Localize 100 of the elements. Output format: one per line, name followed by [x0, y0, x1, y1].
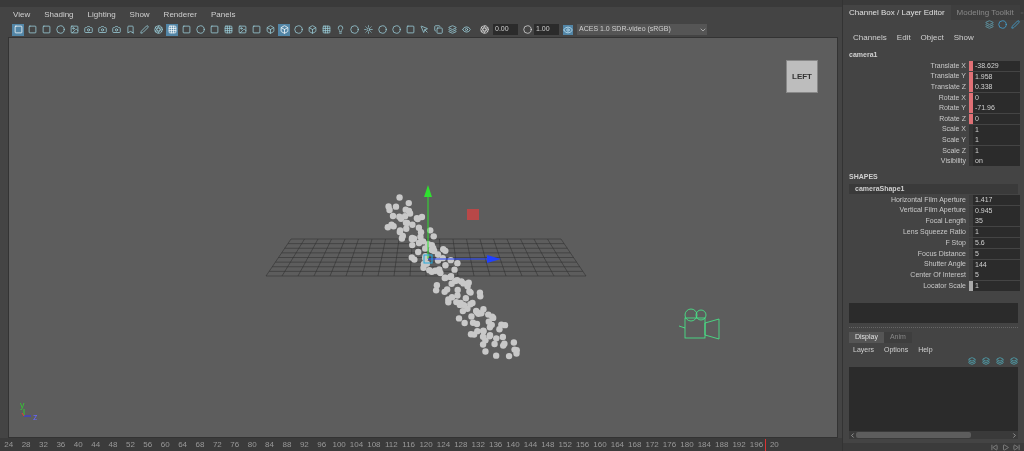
menu-item[interactable]: Object [920, 32, 944, 44]
toolbar-button[interactable] [222, 23, 234, 36]
axis-label: z [33, 412, 38, 422]
frame-number: 196 [748, 438, 765, 451]
toolbar-button[interactable] [264, 23, 276, 36]
frame-number: 120 [418, 438, 434, 451]
camera-icon [111, 25, 121, 34]
frame-number: 36 [55, 438, 67, 451]
frame-number: 152 [557, 438, 573, 451]
toolbar-button[interactable] [110, 23, 122, 36]
grid-icon [167, 25, 177, 34]
frame-number: 76 [229, 438, 241, 451]
toolbar-button[interactable] [460, 23, 472, 36]
menu-item[interactable]: Renderer [163, 8, 197, 21]
cube-icon [307, 25, 317, 34]
image-icon [237, 25, 247, 34]
camera-icon [83, 25, 93, 34]
aperture-icon [480, 25, 489, 34]
layers-icon [447, 25, 457, 34]
axis-label: y [20, 400, 25, 410]
menu-item[interactable]: View [13, 8, 31, 21]
frame-number: 48 [107, 438, 119, 451]
grid-icon [223, 25, 233, 34]
menu-item[interactable]: Shading [44, 8, 74, 21]
ring-icon[interactable] [998, 20, 1007, 29]
layer-icon[interactable] [968, 357, 976, 366]
frame-number: 44 [90, 438, 102, 451]
square-icon [405, 25, 415, 34]
frame-icon [27, 25, 37, 34]
frame-number: 164 [609, 438, 626, 451]
view-cube[interactable]: LEFT [786, 60, 818, 93]
menu-item[interactable]: Lighting [87, 8, 116, 21]
light-icon [363, 25, 373, 34]
frame-number: 144 [522, 438, 539, 451]
toolbar-button[interactable] [390, 23, 402, 36]
toolbar-button[interactable] [362, 23, 374, 36]
frame-number: 172 [644, 438, 660, 451]
toolbar-button[interactable] [306, 23, 318, 36]
cube-icon [279, 25, 289, 34]
image-icon [69, 25, 79, 34]
pen-icon[interactable] [1011, 20, 1020, 29]
layer-icon[interactable] [996, 357, 1004, 366]
frame-number: 28 [20, 438, 32, 451]
toolbar-button[interactable] [166, 23, 178, 36]
frame-number: 72 [211, 438, 223, 451]
eye-icon [461, 25, 471, 34]
pen-icon [139, 25, 149, 34]
frame-number: 88 [281, 438, 293, 451]
toolbar-button[interactable] [320, 23, 332, 36]
frame-number: 116 [401, 438, 417, 451]
frame-number: 52 [124, 438, 136, 451]
square-icon [209, 25, 219, 34]
layer-icon[interactable] [982, 357, 990, 366]
frame-number: 32 [38, 438, 49, 451]
camera-icon [97, 25, 107, 34]
square-icon [41, 25, 51, 34]
locator-square-icon [467, 209, 479, 220]
frame-number: 148 [540, 438, 556, 451]
frame-number: 92 [298, 438, 310, 451]
play-icon[interactable] [1002, 444, 1009, 451]
menu-item[interactable]: Show [129, 8, 150, 21]
toolbar-button[interactable] [446, 23, 458, 36]
frame-number: 160 [592, 438, 608, 451]
scrollbar-thumb[interactable] [856, 432, 971, 439]
layer-icon[interactable] [1010, 357, 1018, 366]
frame-number: 184 [696, 438, 712, 451]
menu-item[interactable]: Show [953, 32, 974, 44]
checker-icon [321, 25, 331, 34]
frame-number: 84 [264, 438, 275, 451]
frame-icon [181, 25, 191, 34]
panel-tab[interactable]: Channel Box / Layer Editor [843, 5, 951, 20]
toolbar-button[interactable] [236, 23, 248, 36]
aperture-icon [153, 25, 163, 34]
slider-handle[interactable] [969, 281, 973, 292]
timeline[interactable]: 24 28 32 36 40 44 48 52 56 60 64 68 72 76 80 84 88 92 96 100 104 108 112 116 120 124 128 132 136 140 144 148 152 156 160 164 168 172 176 180 184 188 192 196 20 [0, 438, 842, 451]
menu-item[interactable]: Edit [896, 32, 911, 44]
light-icon [335, 25, 345, 34]
frame-number: 168 [627, 438, 643, 451]
copy-icon [433, 25, 443, 34]
axis-indicator-drawing [21, 408, 32, 417]
menu-item[interactable]: Channels [853, 32, 887, 44]
toolbar-button[interactable] [96, 23, 108, 36]
frame-number: 104 [348, 438, 365, 451]
frame-number: 56 [142, 438, 154, 451]
camera-drawing [678, 308, 720, 340]
toolbar-button[interactable] [68, 23, 80, 36]
skip-forward-icon[interactable] [1013, 444, 1020, 451]
frame-number: 80 [246, 438, 258, 451]
toolbar-button[interactable] [278, 23, 290, 36]
frame-number: 60 [159, 438, 171, 451]
toolbar-button[interactable] [82, 23, 94, 36]
frame-number: 176 [661, 438, 678, 451]
menu-item[interactable]: Panels [210, 8, 236, 21]
toolbar-button[interactable] [152, 23, 164, 36]
frame-number: 68 [194, 438, 206, 451]
bookmark-icon [125, 25, 135, 34]
frame-number: 24 [3, 438, 15, 451]
skip-back-icon[interactable] [991, 444, 998, 451]
frame-number: 156 [574, 438, 591, 451]
frame-number: 20 [765, 438, 783, 451]
